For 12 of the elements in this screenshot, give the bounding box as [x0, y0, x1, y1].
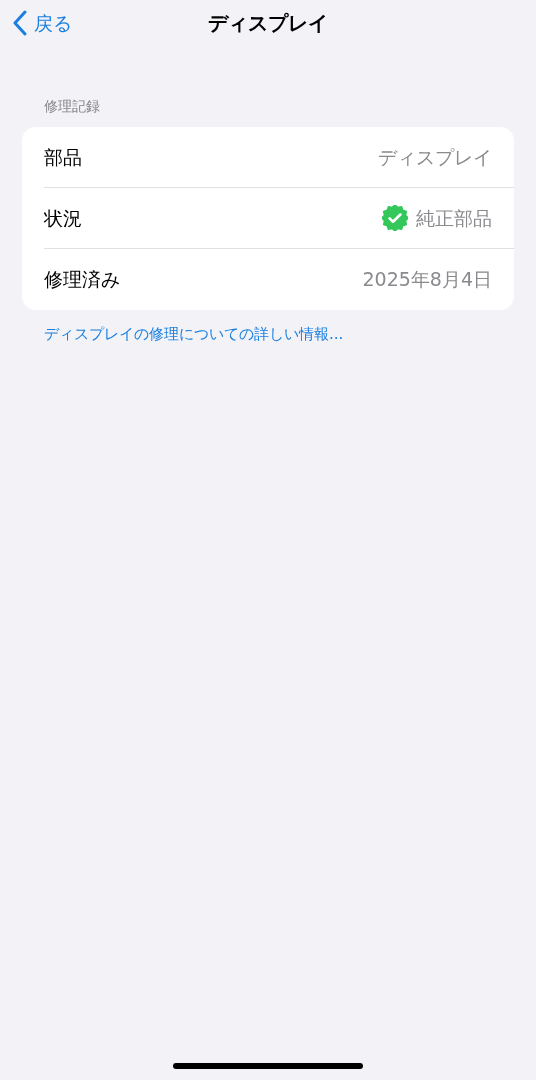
row-label: 部品	[44, 144, 82, 170]
row-value: 2025年8月4日	[362, 267, 492, 293]
back-button[interactable]: 戻る	[0, 8, 72, 38]
row-value: ディスプレイ	[378, 144, 492, 170]
row-value: 純正部品	[416, 205, 492, 231]
info-link[interactable]: ディスプレイの修理についての詳しい情報...	[44, 325, 344, 343]
row-label: 修理済み	[44, 267, 120, 293]
page-title: ディスプレイ	[208, 10, 328, 37]
verified-badge-icon	[382, 205, 408, 231]
row-label: 状況	[44, 205, 82, 231]
back-chevron-icon	[12, 10, 28, 36]
section-header: 修理記録	[44, 98, 100, 114]
